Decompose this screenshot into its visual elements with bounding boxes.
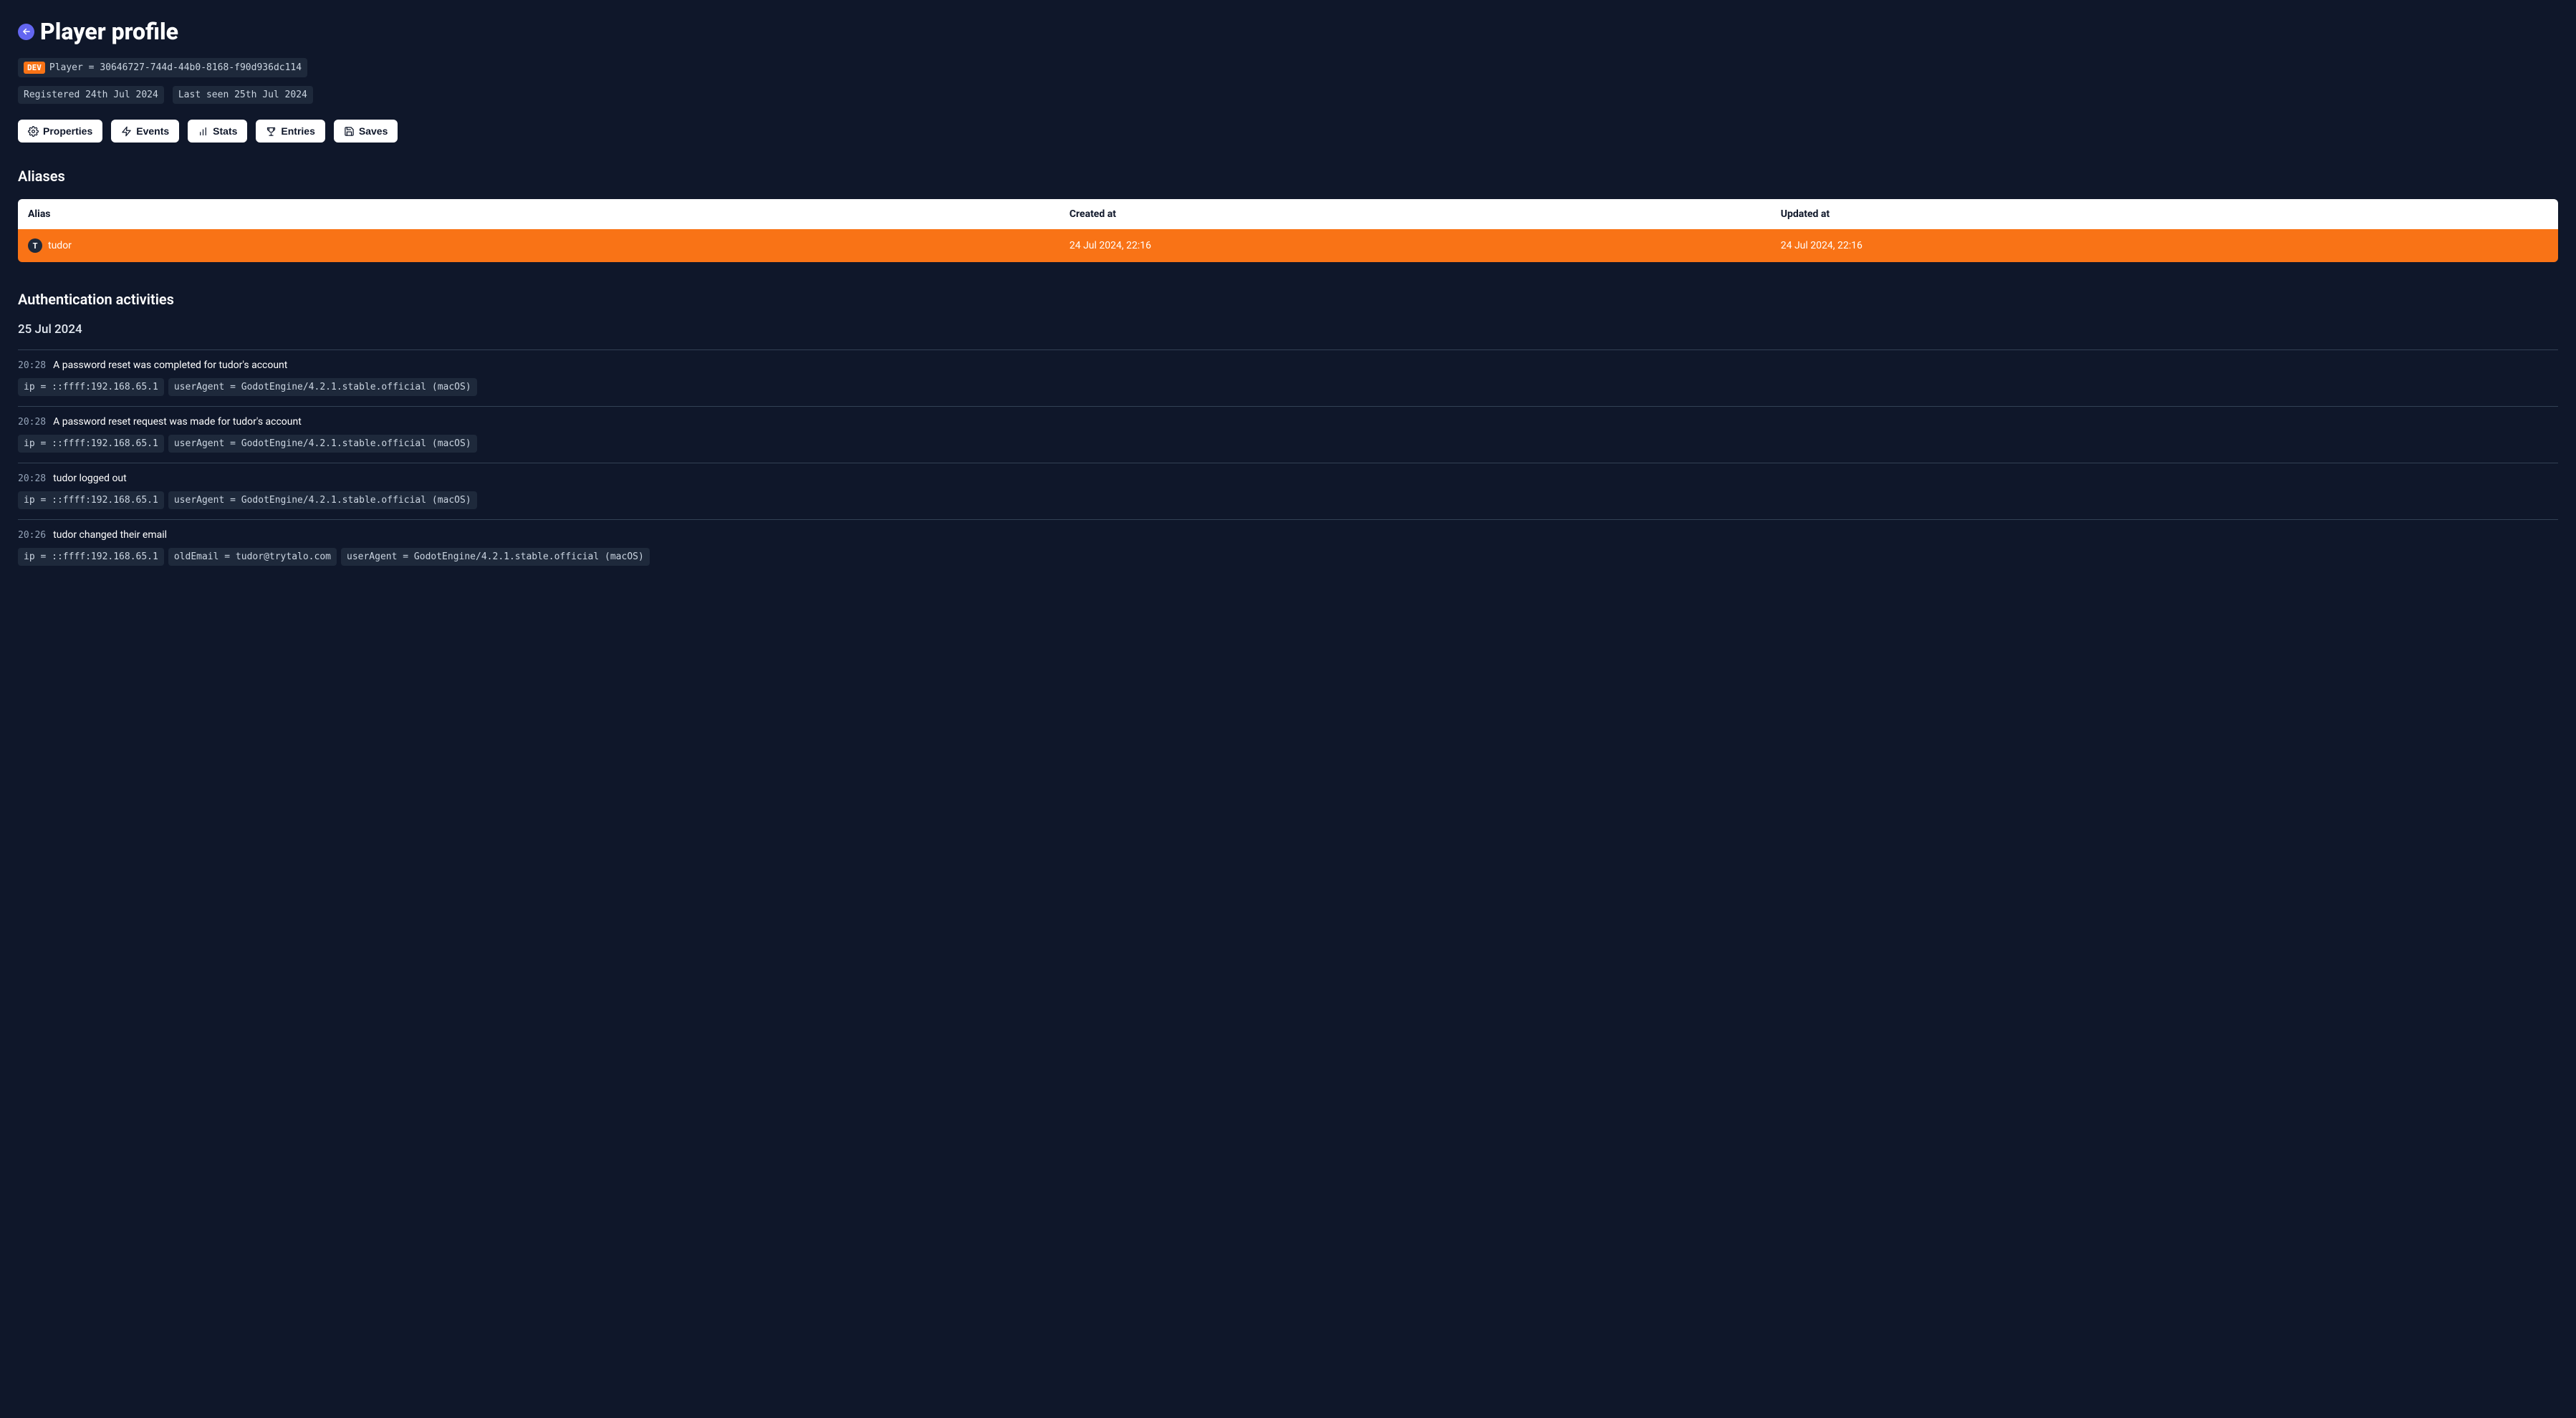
activity-meta-chip: ip = ::ffff:192.168.65.1	[18, 548, 164, 566]
alias-provider-icon: T	[28, 238, 42, 253]
stats-button[interactable]: Stats	[188, 120, 247, 143]
properties-label: Properties	[43, 125, 92, 137]
last-seen-chip: Last seen 25th Jul 2024	[173, 86, 313, 104]
aliases-table-header: Alias Created at Updated at	[18, 199, 2558, 229]
activity-item: 20:28 tudor logged outip = ::ffff:192.168…	[18, 463, 2558, 519]
trophy-icon	[266, 126, 277, 137]
activity-date: 25 Jul 2024	[18, 322, 2558, 337]
col-alias: Alias	[18, 199, 1059, 229]
activity-meta-chip: userAgent = GodotEngine/4.2.1.stable.off…	[168, 378, 477, 396]
saves-button[interactable]: Saves	[334, 120, 398, 143]
alias-created: 24 Jul 2024, 22:16	[1059, 231, 1771, 261]
activity-message: A password reset request was made for tu…	[53, 416, 302, 428]
activity-time: 20:26	[18, 530, 46, 541]
bar-chart-icon	[198, 126, 208, 137]
activity-item: 20:26 tudor changed their emailip = ::fff…	[18, 519, 2558, 576]
registered-chip: Registered 24th Jul 2024	[18, 86, 164, 104]
activity-time: 20:28	[18, 417, 46, 428]
col-created: Created at	[1059, 199, 1771, 229]
activity-meta-chip: userAgent = GodotEngine/4.2.1.stable.off…	[341, 548, 650, 566]
player-id-value: Player = 30646727-744d-44b0-8168-f90d936…	[49, 62, 302, 73]
activity-item: 20:28 A password reset was completed for …	[18, 349, 2558, 406]
stats-label: Stats	[213, 125, 237, 137]
entries-label: Entries	[281, 125, 314, 137]
activity-message: A password reset was completed for tudor…	[53, 360, 287, 371]
saves-label: Saves	[359, 125, 388, 137]
activity-time: 20:28	[18, 473, 46, 484]
activity-time: 20:28	[18, 360, 46, 371]
player-id-chip: DEV Player = 30646727-744d-44b0-8168-f90…	[18, 58, 307, 77]
activity-message: tudor changed their email	[53, 529, 167, 541]
activity-meta-chip: ip = ::ffff:192.168.65.1	[18, 491, 164, 509]
events-button[interactable]: Events	[111, 120, 179, 143]
aliases-heading: Aliases	[18, 168, 2558, 185]
activity-item: 20:28 A password reset request was made f…	[18, 406, 2558, 463]
arrow-left-icon	[21, 26, 32, 37]
col-updated: Updated at	[1771, 199, 2558, 229]
page-title: Player profile	[40, 18, 178, 45]
activity-meta-chip: ip = ::ffff:192.168.65.1	[18, 378, 164, 396]
alias-value: tudor	[48, 240, 72, 251]
back-button[interactable]	[18, 24, 34, 40]
auth-activities-heading: Authentication activities	[18, 291, 2558, 308]
properties-button[interactable]: Properties	[18, 120, 102, 143]
events-label: Events	[136, 125, 169, 137]
aliases-table: Alias Created at Updated at Ttudor 24 Jul…	[18, 199, 2558, 262]
save-icon	[344, 126, 355, 137]
activity-meta-chip: userAgent = GodotEngine/4.2.1.stable.off…	[168, 491, 477, 509]
activity-meta-chip: userAgent = GodotEngine/4.2.1.stable.off…	[168, 435, 477, 453]
lightning-icon	[121, 126, 132, 137]
alias-updated: 24 Jul 2024, 22:16	[1771, 231, 2558, 261]
activity-meta-chip: ip = ::ffff:192.168.65.1	[18, 435, 164, 453]
entries-button[interactable]: Entries	[256, 120, 325, 143]
activity-message: tudor logged out	[53, 473, 127, 484]
gear-icon	[28, 126, 39, 137]
dev-badge: DEV	[24, 62, 45, 74]
activity-meta-chip: oldEmail = tudor@trytalo.com	[168, 548, 337, 566]
table-row[interactable]: Ttudor 24 Jul 2024, 22:1624 Jul 2024, 22:…	[18, 229, 2558, 262]
